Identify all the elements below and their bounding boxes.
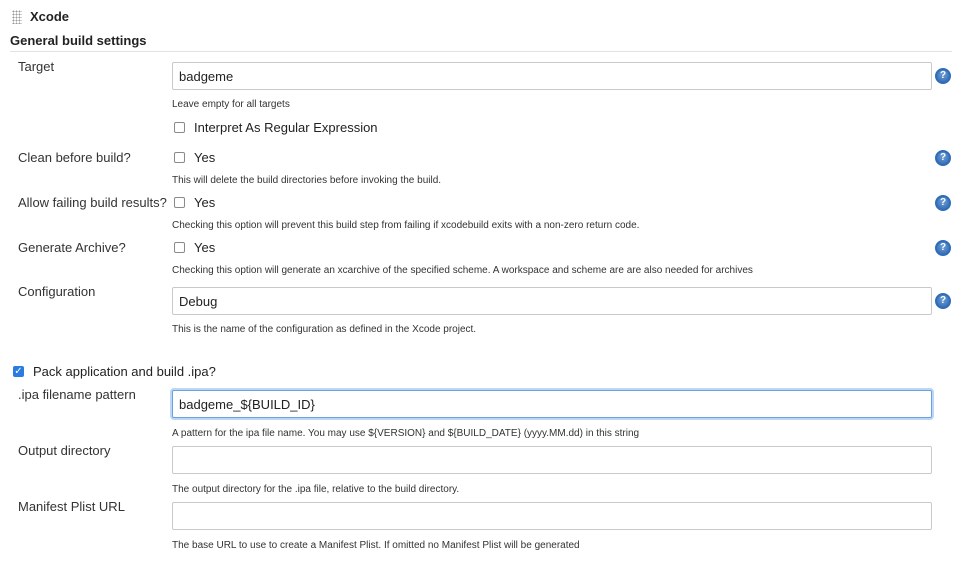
- output-directory-input[interactable]: [172, 446, 932, 474]
- clean-before-build-description: This will delete the build directories b…: [172, 175, 442, 186]
- manifest-plist-url-description: The base URL to use to create a Manifest…: [172, 540, 580, 551]
- manifest-plist-url-input[interactable]: [172, 502, 932, 530]
- generate-archive-label: Generate Archive?: [18, 240, 126, 255]
- configuration-help-icon[interactable]: ?: [935, 293, 951, 309]
- configuration-label: Configuration: [18, 284, 96, 299]
- target-description: Leave empty for all targets: [172, 99, 290, 110]
- generate-archive-yes-label[interactable]: Yes: [194, 240, 215, 255]
- clean-before-build-label: Clean before build?: [18, 150, 131, 165]
- regex-checkbox[interactable]: [174, 122, 185, 133]
- manifest-plist-url-label: Manifest Plist URL: [18, 499, 125, 514]
- configuration-description: This is the name of the configuration as…: [172, 324, 477, 335]
- allow-failing-yes-label[interactable]: Yes: [194, 195, 215, 210]
- section-divider: [10, 51, 952, 52]
- clean-before-build-help-icon[interactable]: ?: [935, 150, 951, 166]
- clean-before-build-checkbox[interactable]: [174, 152, 185, 163]
- output-directory-description: The output directory for the .ipa file, …: [172, 484, 460, 495]
- drag-handle-icon[interactable]: [12, 10, 22, 24]
- generate-archive-checkbox[interactable]: [174, 242, 185, 253]
- build-step-title: Xcode: [30, 9, 70, 24]
- generate-archive-help-icon[interactable]: ?: [935, 240, 951, 256]
- target-label: Target: [18, 59, 55, 74]
- pack-ipa-checkbox[interactable]: ✓: [13, 366, 24, 377]
- ipa-pattern-description: A pattern for the ipa file name. You may…: [172, 428, 640, 439]
- section-title: General build settings: [10, 33, 147, 48]
- allow-failing-description: Checking this option will prevent this b…: [172, 220, 640, 231]
- regex-checkbox-label[interactable]: Interpret As Regular Expression: [194, 120, 378, 135]
- pack-ipa-label[interactable]: Pack application and build .ipa?: [33, 364, 216, 379]
- allow-failing-checkbox[interactable]: [174, 197, 185, 208]
- allow-failing-label: Allow failing build results?: [18, 195, 167, 210]
- configuration-input[interactable]: [172, 287, 932, 315]
- ipa-pattern-input[interactable]: [172, 390, 932, 418]
- allow-failing-help-icon[interactable]: ?: [935, 195, 951, 211]
- clean-before-build-yes-label[interactable]: Yes: [194, 150, 215, 165]
- output-directory-label: Output directory: [18, 443, 111, 458]
- target-help-icon[interactable]: ?: [935, 68, 951, 84]
- target-input[interactable]: [172, 62, 932, 90]
- generate-archive-description: Checking this option will generate an xc…: [172, 265, 753, 276]
- ipa-pattern-label: .ipa filename pattern: [18, 387, 136, 402]
